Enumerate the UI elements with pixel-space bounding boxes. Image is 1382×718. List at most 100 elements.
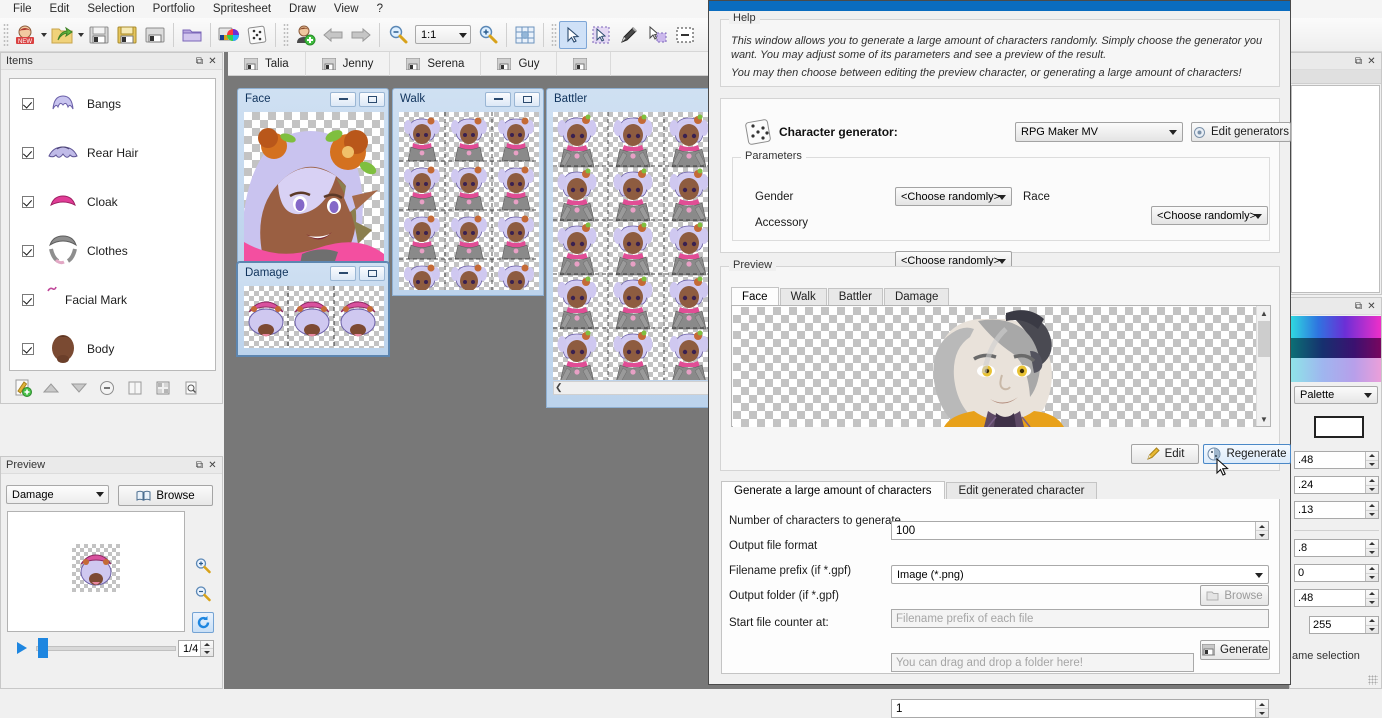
race-select[interactable]: <Choose randomly>: [1151, 206, 1268, 225]
minimize-button[interactable]: [485, 92, 511, 107]
scroll-down-icon[interactable]: ▼: [1257, 412, 1271, 426]
scroll-up-icon[interactable]: ▲: [1257, 306, 1271, 320]
zoom-out-icon[interactable]: [384, 21, 412, 49]
item-checkbox-bangs[interactable]: [22, 98, 34, 110]
document-tab-guy[interactable]: Guy: [481, 52, 556, 76]
stepper[interactable]: [1365, 502, 1378, 518]
tab-walk[interactable]: Walk: [780, 288, 827, 305]
palette-select[interactable]: Palette: [1294, 386, 1378, 404]
color-value-field[interactable]: .24: [1294, 476, 1379, 494]
list-item[interactable]: Rear Hair: [10, 128, 215, 177]
walk-sheet-canvas[interactable]: [399, 112, 539, 290]
frame-counter-field[interactable]: 1/4: [178, 640, 214, 657]
gender-select[interactable]: <Choose randomly>: [895, 187, 1012, 206]
zoom-level-select[interactable]: 1:1: [415, 25, 471, 44]
preview-refresh-button[interactable]: [192, 612, 214, 633]
damage-sheet-canvas[interactable]: [244, 286, 384, 348]
counter-input[interactable]: 1: [891, 699, 1269, 718]
preview-browse-button[interactable]: Browse: [118, 485, 213, 506]
grid-icon[interactable]: [511, 21, 539, 49]
color-picker-icon[interactable]: [215, 21, 243, 49]
inspect-icon[interactable]: [181, 378, 201, 398]
document-tab-serena[interactable]: Serena: [390, 52, 481, 76]
remove-item-icon[interactable]: [97, 378, 117, 398]
new-character-icon[interactable]: NEW: [11, 21, 39, 49]
color-value-field[interactable]: .48: [1294, 589, 1379, 607]
zoom-out-icon[interactable]: [192, 583, 214, 605]
menu-item-selection[interactable]: Selection: [78, 0, 143, 18]
stepper[interactable]: [1365, 590, 1378, 606]
tab-face[interactable]: Face: [731, 287, 779, 305]
minimize-button[interactable]: [330, 92, 356, 107]
save-icon[interactable]: [85, 21, 113, 49]
menu-item-file[interactable]: File: [4, 0, 41, 18]
color-value-field[interactable]: .8: [1294, 539, 1379, 557]
stepper[interactable]: [1365, 477, 1378, 493]
float-panel-icon[interactable]: ⧉: [1352, 55, 1365, 68]
toolbar-grip[interactable]: [283, 23, 289, 47]
select-tool-icon[interactable]: [559, 21, 587, 49]
restore-button[interactable]: [359, 92, 385, 107]
zoom-in-icon[interactable]: [474, 21, 502, 49]
menu-item-draw[interactable]: Draw: [280, 0, 325, 18]
add-item-icon[interactable]: [13, 378, 33, 398]
menu-item-edit[interactable]: Edit: [41, 0, 79, 18]
move-up-icon[interactable]: [41, 378, 61, 398]
list-item[interactable]: Body: [10, 324, 215, 371]
float-panel-icon[interactable]: ⧉: [193, 459, 206, 472]
properties-icon[interactable]: [153, 378, 173, 398]
subwindow-face[interactable]: Face: [237, 88, 389, 270]
scroll-thumb[interactable]: [1258, 321, 1270, 357]
close-icon[interactable]: ✕: [206, 55, 219, 68]
items-list[interactable]: Bangs Rear Hair Cloak: [9, 78, 216, 371]
alpha-value-field[interactable]: 255: [1309, 616, 1379, 634]
close-icon[interactable]: ✕: [1365, 55, 1378, 68]
subwindow-titlebar[interactable]: Battler: [547, 89, 727, 109]
battler-hscrollbar[interactable]: ❮: [553, 381, 725, 395]
count-stepper[interactable]: [1255, 522, 1268, 539]
float-panel-icon[interactable]: ⧉: [1352, 300, 1365, 313]
save-as-icon[interactable]: [113, 21, 141, 49]
new-dropdown-arrow[interactable]: [39, 23, 48, 47]
prefix-input[interactable]: Filename prefix of each file: [891, 609, 1269, 628]
item-checkbox-cloak[interactable]: [22, 196, 34, 208]
list-item[interactable]: Cloak: [10, 177, 215, 226]
edit-button[interactable]: Edit: [1131, 444, 1199, 464]
folder-icon[interactable]: [178, 21, 206, 49]
item-checkbox-body[interactable]: [22, 343, 34, 355]
tab-edit-generated-character[interactable]: Edit generated character: [946, 482, 1098, 499]
stepper[interactable]: [1365, 565, 1378, 581]
battler-sheet-canvas[interactable]: [553, 112, 725, 380]
list-item[interactable]: Bangs: [10, 79, 215, 128]
menu-item-help[interactable]: ?: [368, 0, 392, 18]
generate-button[interactable]: Generate: [1200, 640, 1270, 660]
frame-slider-track[interactable]: [36, 646, 176, 651]
rectangle-select-icon[interactable]: [671, 21, 699, 49]
open-folder-icon[interactable]: [48, 21, 76, 49]
tab-generate-large-amount[interactable]: Generate a large amount of characters: [721, 481, 945, 499]
close-icon[interactable]: ✕: [206, 459, 219, 472]
list-item[interactable]: Clothes: [10, 226, 215, 275]
preview-play-button[interactable]: [15, 641, 29, 655]
subwindow-walk[interactable]: Walk: [392, 88, 544, 296]
subwindow-titlebar[interactable]: Face: [238, 89, 388, 109]
tab-battler[interactable]: Battler: [828, 288, 883, 305]
redo-arrow-icon[interactable]: [347, 21, 375, 49]
folder-browse-button[interactable]: Browse: [1200, 585, 1269, 606]
item-checkbox-rear-hair[interactable]: [22, 147, 34, 159]
item-checkbox-clothes[interactable]: [22, 245, 34, 257]
preview-vscrollbar[interactable]: ▲ ▼: [1256, 306, 1270, 426]
dialog-titlebar[interactable]: [709, 1, 1290, 11]
move-down-icon[interactable]: [69, 378, 89, 398]
dice-icon[interactable]: [243, 21, 271, 49]
toolbar-grip[interactable]: [551, 23, 557, 47]
folder-input[interactable]: You can drag and drop a folder here!: [891, 653, 1194, 672]
frame-slider-thumb[interactable]: [38, 638, 48, 658]
format-select[interactable]: Image (*.png): [891, 565, 1269, 584]
stepper[interactable]: [1365, 452, 1378, 468]
color-value-field[interactable]: .13: [1294, 501, 1379, 519]
stepper[interactable]: [1365, 617, 1378, 633]
subwindow-damage[interactable]: Damage: [237, 262, 389, 356]
magic-wand-icon[interactable]: [643, 21, 671, 49]
float-panel-icon[interactable]: ⧉: [193, 55, 206, 68]
